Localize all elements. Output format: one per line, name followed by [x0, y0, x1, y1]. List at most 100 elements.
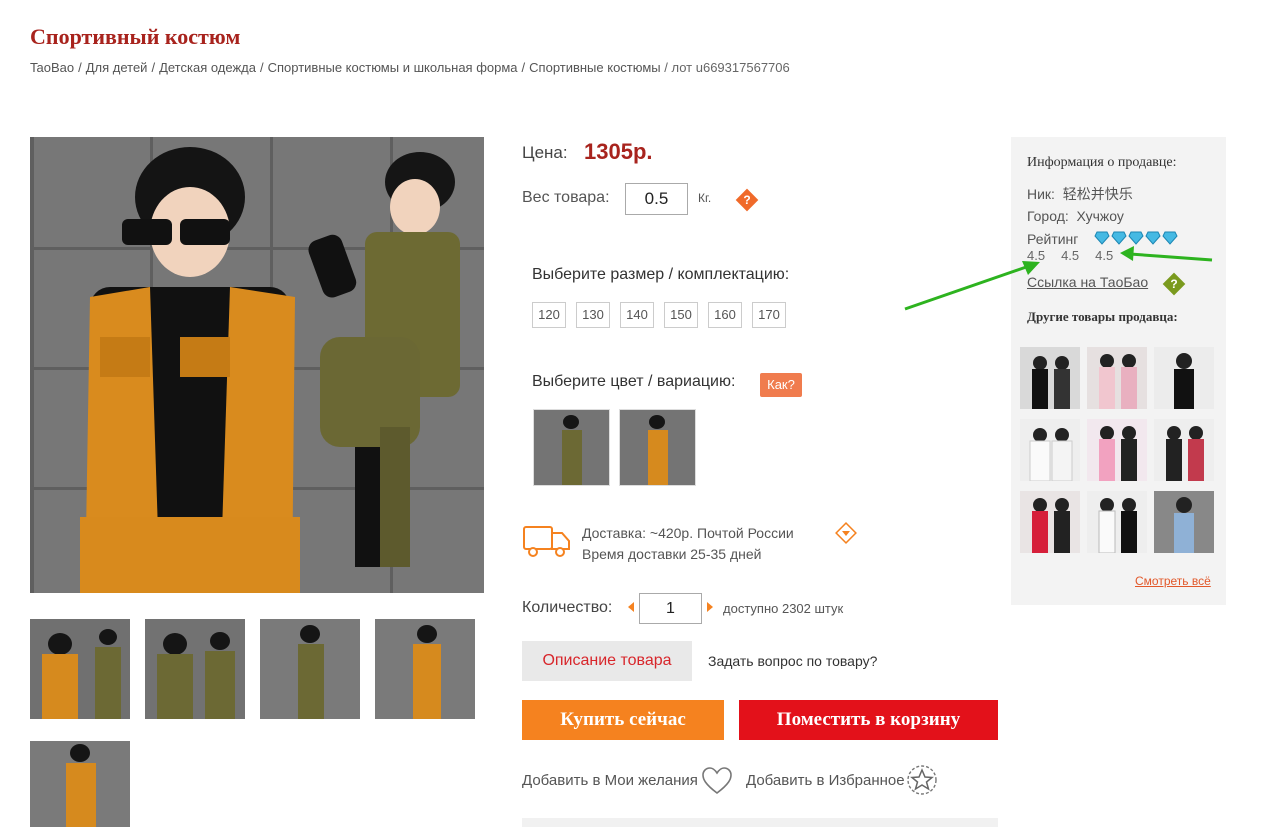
weight-help-icon[interactable]: ?	[735, 188, 759, 212]
diamond-icon	[1145, 231, 1161, 245]
size-label: Выберите размер / комплектацию:	[532, 266, 790, 283]
other-product-4[interactable]	[1020, 419, 1080, 481]
other-product-9[interactable]	[1154, 491, 1214, 553]
price-label: Цена:	[522, 143, 568, 162]
diamond-icon	[1094, 231, 1110, 245]
tab-description[interactable]: Описание товара	[522, 641, 692, 681]
weight-unit: Кг.	[698, 191, 712, 205]
quantity-input[interactable]: 1	[639, 593, 702, 624]
quantity-available: доступно 2302 штук	[723, 601, 844, 616]
thumbnail-3[interactable]	[260, 619, 360, 719]
heart-icon[interactable]	[701, 766, 733, 801]
size-options: 120 130 140 150 160 170	[532, 302, 786, 328]
product-image	[1087, 419, 1147, 481]
size-option-130[interactable]: 130	[576, 302, 610, 328]
delivery-time: Время доставки 25-35 дней	[582, 546, 762, 562]
diamond-icon	[1128, 231, 1144, 245]
weight-label: Вес товара:	[522, 189, 610, 206]
add-to-favorites-link[interactable]: Добавить в Избранное	[746, 772, 905, 789]
seller-city-value: Хучжоу	[1076, 208, 1124, 224]
color-variant-green[interactable]	[533, 409, 610, 486]
weight-value: 0.5	[625, 183, 688, 215]
thumbnail-4[interactable]	[375, 619, 475, 719]
ask-question-link[interactable]: Задать вопрос по товару?	[708, 653, 877, 669]
size-option-label: 130	[582, 307, 604, 322]
truck-icon	[522, 523, 572, 564]
size-option-label: 170	[758, 307, 780, 322]
other-product-2[interactable]	[1087, 347, 1147, 409]
seller-nick: Ник: 轻松并快乐	[1027, 184, 1133, 204]
add-to-wishlist-link[interactable]: Добавить в Мои желания	[522, 772, 698, 789]
breadcrumb: TaoBao / Для детей / Детская одежда / Спортивн…	[30, 60, 790, 75]
breadcrumb-separator: /	[521, 60, 526, 75]
breadcrumb-sport-and-school[interactable]: Спортивные костюмы и школьная форма	[268, 60, 518, 75]
product-image	[1154, 419, 1214, 481]
product-image	[1020, 347, 1080, 409]
product-image	[1154, 347, 1214, 409]
diamond-icon	[1111, 231, 1127, 245]
size-option-140[interactable]: 140	[620, 302, 654, 328]
quantity-increase-icon[interactable]	[707, 602, 713, 612]
color-variant-orange[interactable]	[619, 409, 696, 486]
color-label: Выберите цвет / вариацию:	[532, 373, 736, 390]
delivery-info: Доставка: ~420р. Почтой России	[582, 525, 794, 541]
breadcrumb-for-kids[interactable]: Для детей	[86, 60, 148, 75]
breadcrumb-taobao[interactable]: TaoBao	[30, 60, 74, 75]
star-icon[interactable]	[906, 764, 938, 801]
seller-title: Информация о продавце:	[1027, 155, 1177, 170]
breadcrumb-separator: /	[259, 60, 264, 75]
thumbnail-1[interactable]	[30, 619, 130, 719]
thumbnail-image	[30, 741, 130, 827]
seller-nick-label: Ник:	[1027, 186, 1055, 202]
breadcrumb-sport-suits[interactable]: Спортивные костюмы	[529, 60, 661, 75]
other-products-grid	[1020, 347, 1214, 553]
thumbnail-2[interactable]	[145, 619, 245, 719]
other-product-5[interactable]	[1087, 419, 1147, 481]
other-product-6[interactable]	[1154, 419, 1214, 481]
quantity-decrease-icon[interactable]	[628, 602, 634, 612]
other-product-8[interactable]	[1087, 491, 1147, 553]
seller-city: Город: Хучжоу	[1027, 208, 1124, 224]
next-section-strip	[522, 818, 998, 827]
rating-gems	[1094, 231, 1178, 245]
size-option-label: 160	[714, 307, 736, 322]
thumbnail-image	[375, 619, 475, 719]
product-image	[1154, 491, 1214, 553]
size-option-150[interactable]: 150	[664, 302, 698, 328]
variant-image	[620, 410, 695, 485]
size-option-label: 140	[626, 307, 648, 322]
seller-city-label: Город:	[1027, 208, 1069, 224]
product-image	[1020, 419, 1080, 481]
variant-image	[534, 410, 609, 485]
product-image	[1087, 347, 1147, 409]
other-product-7[interactable]	[1020, 491, 1080, 553]
price-value: 1305р.	[584, 139, 653, 164]
diamond-icon	[1162, 231, 1178, 245]
main-product-photo[interactable]	[30, 137, 484, 593]
other-product-3[interactable]	[1154, 347, 1214, 409]
buy-now-button[interactable]: Купить сейчас	[522, 700, 724, 740]
lot-number: / лот u669317567706	[664, 60, 790, 75]
see-all-link[interactable]: Смотреть всё	[1135, 574, 1211, 588]
page-title: Спортивный костюм	[30, 24, 241, 49]
quantity-label: Количество:	[522, 599, 613, 616]
size-option-160[interactable]: 160	[708, 302, 742, 328]
product-photo-image	[30, 137, 484, 593]
help-glyph: ?	[743, 193, 751, 207]
breadcrumb-separator: /	[151, 60, 156, 75]
delivery-dropdown-icon[interactable]	[834, 521, 858, 545]
product-image	[1020, 491, 1080, 553]
other-product-1[interactable]	[1020, 347, 1080, 409]
thumbnail-image	[145, 619, 245, 719]
annotation-arrows-icon	[904, 246, 1213, 311]
add-to-cart-button[interactable]: Поместить в корзину	[739, 700, 998, 740]
thumbnail-image	[260, 619, 360, 719]
thumbnail-5[interactable]	[30, 741, 130, 827]
breadcrumb-separator: /	[78, 60, 82, 75]
how-button[interactable]: Как?	[760, 373, 802, 397]
seller-nick-value: 轻松并快乐	[1062, 186, 1133, 202]
breadcrumb-kids-clothing[interactable]: Детская одежда	[159, 60, 256, 75]
size-option-label: 150	[670, 307, 692, 322]
size-option-120[interactable]: 120	[532, 302, 566, 328]
size-option-170[interactable]: 170	[752, 302, 786, 328]
